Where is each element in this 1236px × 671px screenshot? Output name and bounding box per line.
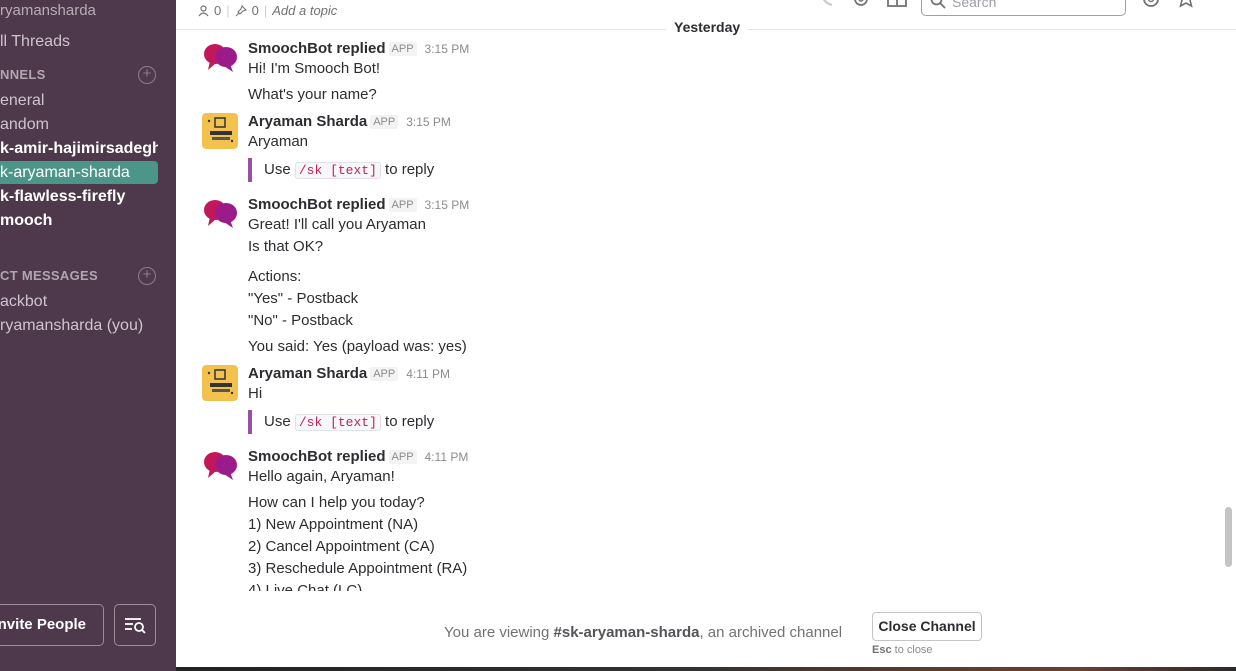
message-text: 2) Cancel Appointment (CA): [248, 538, 435, 555]
sidebar-item-slackbot[interactable]: ackbot: [0, 290, 158, 313]
archived-notice: You are viewing #sk-aryaman-sharda, an a…: [444, 624, 842, 641]
sidebar-item-sk-aryaman-sharda[interactable]: k-aryaman-sharda: [0, 161, 158, 184]
add-dm-icon[interactable]: +: [138, 267, 156, 285]
message-text: 4) Live Chat (LC): [248, 582, 363, 591]
smoochbot-avatar[interactable]: [202, 196, 238, 232]
pinned-count[interactable]: 0: [252, 3, 259, 18]
user-avatar[interactable]: [202, 365, 238, 401]
sidebar-item-sk-flawless-firefly[interactable]: k-flawless-firefly: [0, 185, 158, 208]
message-author[interactable]: Aryaman Sharda APP 4:11 PM: [248, 365, 450, 382]
message-text: You said: Yes (payload was: yes): [248, 338, 467, 355]
gear-icon[interactable]: [851, 0, 871, 8]
panel-icon[interactable]: [887, 0, 907, 8]
message-author[interactable]: SmoochBot replied APP 3:15 PM: [248, 40, 469, 57]
message-text: Aryaman: [248, 133, 309, 150]
message-timestamp[interactable]: 3:15 PM: [406, 115, 451, 129]
message-text: Hello again, Aryaman!: [248, 468, 395, 485]
desktop-background-strip: [176, 667, 1236, 671]
sidebar-item-smooch[interactable]: mooch: [0, 209, 158, 232]
app-badge: APP: [370, 367, 399, 381]
message-timestamp[interactable]: 4:11 PM: [406, 367, 450, 381]
sidebar-item-general[interactable]: eneral: [0, 89, 158, 112]
message-author[interactable]: Aryaman Sharda APP 3:15 PM: [248, 113, 451, 130]
archived-text: , an archived channel: [699, 624, 843, 641]
invite-people-button[interactable]: nvite People: [0, 604, 104, 646]
archived-text: You are viewing: [444, 624, 550, 641]
archived-footer: You are viewing #sk-aryaman-sharda, an a…: [176, 591, 1236, 667]
message-timestamp[interactable]: 4:11 PM: [425, 450, 469, 464]
message-text: Great! I'll call you Aryaman: [248, 216, 426, 233]
message-author[interactable]: SmoochBot replied APP 3:15 PM: [248, 196, 469, 213]
author-name[interactable]: SmoochBot replied: [248, 448, 386, 465]
call-icon[interactable]: [820, 0, 838, 8]
message-text: What's your name?: [248, 86, 377, 103]
reply-hint-attachment: Use /sk [text] to reply: [248, 410, 434, 434]
author-name[interactable]: SmoochBot replied: [248, 196, 386, 213]
message-text: "No" - Postback: [248, 312, 353, 329]
add-channel-icon[interactable]: +: [138, 66, 156, 84]
author-name[interactable]: Aryaman Sharda: [248, 365, 367, 382]
star-icon[interactable]: [1176, 0, 1196, 8]
message-text: 3) Reschedule Appointment (RA): [248, 560, 468, 577]
search-input[interactable]: Search: [921, 0, 1126, 16]
esc-text: to close: [894, 644, 933, 656]
sidebar-item-sk-amir-hajimirsadegh[interactable]: k-amir-hajimirsadegh: [0, 137, 158, 160]
close-channel-button[interactable]: Close Channel: [872, 612, 982, 641]
esc-hint: Esc to close: [872, 644, 933, 656]
sidebar-item-all-threads[interactable]: ll Threads: [0, 33, 70, 51]
direct-messages-header[interactable]: CT MESSAGES: [0, 268, 98, 283]
app-badge: APP: [388, 42, 417, 56]
workspace-user-name[interactable]: ryamansharda: [0, 2, 96, 19]
member-count[interactable]: 0: [214, 3, 221, 18]
message-text: Is that OK?: [248, 238, 324, 255]
app-badge: APP: [370, 115, 399, 129]
slash-command-code: /sk [text]: [294, 414, 381, 431]
message-text: Hi: [248, 385, 263, 402]
message-timestamp[interactable]: 3:15 PM: [425, 42, 470, 56]
quick-switcher-button[interactable]: [114, 604, 156, 646]
search-list-icon: [125, 618, 146, 634]
more-icon[interactable]: [1208, 0, 1220, 8]
author-name[interactable]: SmoochBot replied: [248, 40, 386, 57]
hint-text: Use: [264, 161, 291, 178]
app-badge: APP: [388, 450, 417, 464]
message-timestamp[interactable]: 3:15 PM: [425, 198, 470, 212]
app-badge: APP: [388, 198, 417, 212]
sidebar-item-random[interactable]: andom: [0, 113, 158, 136]
esc-key: Esc: [872, 644, 892, 656]
smoochbot-avatar[interactable]: [202, 448, 238, 484]
message-text: 1) New Appointment (NA): [248, 516, 419, 533]
hint-text: to reply: [385, 161, 435, 178]
channel-meta: 0 | 0 | Add a topic: [198, 3, 337, 18]
author-name[interactable]: Aryaman Sharda: [248, 113, 367, 130]
message-text: Hi! I'm Smooch Bot!: [248, 60, 381, 77]
hint-text: Use: [264, 413, 291, 430]
message-text: Actions:: [248, 268, 302, 285]
message-text: "Yes" - Postback: [248, 290, 359, 307]
scrollbar-thumb[interactable]: [1225, 507, 1232, 567]
search-placeholder: Search: [952, 0, 997, 10]
member-icon: [198, 4, 209, 16]
smoochbot-avatar[interactable]: [202, 40, 238, 76]
archived-channel-name: #sk-aryaman-sharda: [553, 624, 700, 641]
message-list: SmoochBot replied APP 3:15 PM Hi! I'm Smoo…: [176, 31, 1224, 591]
sidebar: ryamansharda ll Threads NNELS + eneral a…: [0, 0, 176, 671]
pin-icon: [235, 4, 247, 16]
message-text: How can I help you today?: [248, 494, 425, 511]
search-icon: [930, 0, 946, 9]
channels-header[interactable]: NNELS: [0, 67, 46, 82]
add-topic-link[interactable]: Add a topic: [272, 3, 337, 18]
message-author[interactable]: SmoochBot replied APP 4:11 PM: [248, 448, 468, 465]
user-avatar[interactable]: [202, 113, 238, 149]
reply-hint-attachment: Use /sk [text] to reply: [248, 158, 434, 182]
divider: |: [226, 3, 230, 18]
slash-command-code: /sk [text]: [294, 162, 381, 179]
sidebar-item-self-dm[interactable]: ryamansharda (you): [0, 314, 158, 337]
mention-icon[interactable]: [1141, 0, 1161, 8]
divider: |: [263, 3, 268, 18]
hint-text: to reply: [385, 413, 435, 430]
